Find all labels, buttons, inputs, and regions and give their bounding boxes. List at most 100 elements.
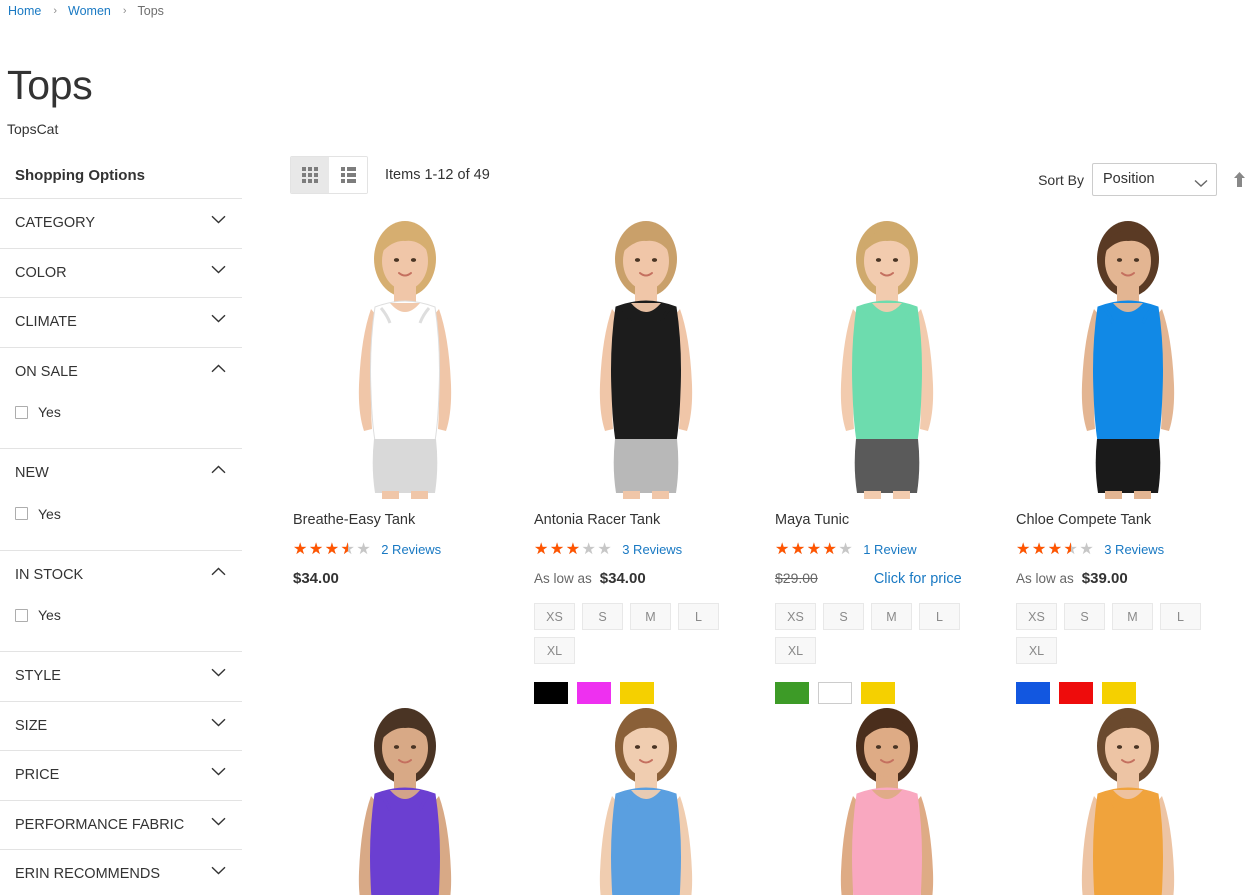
filter-label: CATEGORY — [15, 215, 96, 231]
product-name-link[interactable]: Antonia Racer Tank — [534, 510, 759, 530]
checkbox[interactable] — [15, 405, 28, 419]
size-swatch-xl[interactable]: XL — [775, 637, 816, 664]
checkbox[interactable] — [15, 507, 28, 520]
shopping-options-sidebar: Shopping Options CATEGORY COLOR CLIMATE ON … — [0, 160, 242, 895]
rating-stars: ★★★★★★★★★★ — [293, 539, 373, 558]
filter-label: PRICE — [15, 767, 60, 783]
filter-option[interactable]: Yes — [15, 500, 242, 530]
toolbar-amount: Items 1-12 of 49 — [385, 167, 490, 183]
product-name-link[interactable]: Breathe-Easy Tank — [293, 510, 518, 530]
size-swatch-l[interactable]: L — [919, 603, 960, 630]
filter-toggle-category[interactable]: CATEGORY — [0, 199, 242, 248]
size-swatch-xl[interactable]: XL — [1016, 637, 1057, 664]
size-swatch-m[interactable]: M — [630, 603, 671, 630]
chevron-down-icon — [211, 866, 226, 875]
color-swatch[interactable] — [1059, 682, 1093, 704]
product-name-link[interactable]: Maya Tunic — [775, 510, 1000, 530]
filter-toggle-color[interactable]: COLOR — [0, 249, 242, 298]
filter-label: NEW — [15, 465, 49, 481]
sort-direction-button[interactable] — [1229, 169, 1249, 191]
product-item: Breathe-Easy Tank ★★★★★★★★★★ 2 Reviews $34.… — [285, 217, 526, 704]
chevron-down-icon — [211, 215, 226, 224]
size-swatch-m[interactable]: M — [1112, 603, 1153, 630]
filter-option-label: Yes — [38, 505, 61, 522]
filter-label: IN STOCK — [15, 566, 84, 583]
color-swatch[interactable] — [775, 682, 809, 704]
filter-toggle-on-sale[interactable]: ON SALE — [0, 348, 242, 397]
size-swatch-s[interactable]: S — [823, 603, 864, 630]
filter-block: IN STOCK Yes — [0, 549, 242, 652]
product-rating-row: ★★★★★★★★★★ 3 Reviews — [534, 541, 759, 557]
filter-block: STYLE — [0, 651, 242, 701]
filter-block: NEW Yes — [0, 448, 242, 550]
size-swatch-xs[interactable]: XS — [775, 603, 816, 630]
filter-option-label: Yes — [38, 607, 61, 623]
price-prefix: As low as — [534, 571, 592, 586]
filter-toggle-performance-fabric[interactable]: PERFORMANCE FABRIC — [0, 801, 242, 850]
product-photo-illustration — [1016, 704, 1241, 895]
filter-option[interactable]: Yes — [15, 601, 242, 631]
size-swatch-s[interactable]: S — [1064, 603, 1105, 630]
chevron-down-icon — [211, 718, 226, 727]
category-page: Home › Women › Tops Tops TopsCat Shopping Op… — [0, 0, 1249, 895]
filter-block: PERFORMANCE FABRIC — [0, 799, 242, 850]
product-photo[interactable] — [534, 217, 759, 499]
product-photo[interactable] — [534, 704, 759, 895]
filter-option[interactable]: Yes — [15, 398, 242, 428]
filter-toggle-in-stock[interactable]: IN STOCK — [0, 551, 242, 600]
size-swatch-m[interactable]: M — [871, 603, 912, 630]
reviews-link[interactable]: 1 Review — [863, 542, 916, 557]
color-swatch[interactable] — [818, 682, 852, 704]
product-item — [285, 704, 526, 895]
size-swatch-s[interactable]: S — [582, 603, 623, 630]
filter-toggle-size[interactable]: SIZE — [0, 702, 242, 751]
reviews-link[interactable]: 3 Reviews — [622, 542, 682, 557]
grid-view-mode-button[interactable] — [291, 157, 329, 193]
color-swatch[interactable] — [577, 682, 611, 704]
filter-options: Yes — [0, 599, 242, 651]
product-photo[interactable] — [1016, 704, 1241, 895]
size-swatch-xl[interactable]: XL — [534, 637, 575, 664]
size-swatch-l[interactable]: L — [678, 603, 719, 630]
click-for-price-link[interactable]: Click for price — [874, 571, 962, 587]
chevron-up-icon — [211, 567, 226, 576]
chevron-down-icon — [1194, 175, 1208, 193]
filter-toggle-style[interactable]: STYLE — [0, 652, 242, 701]
breadcrumb-item-women[interactable]: Women — [68, 3, 111, 19]
product-price-row: $29.00 Click for price — [775, 570, 1000, 587]
product-photo[interactable] — [1016, 217, 1241, 499]
color-swatch[interactable] — [861, 682, 895, 704]
checkbox[interactable] — [15, 608, 28, 622]
product-photo-illustration — [534, 217, 759, 499]
reviews-link[interactable]: 2 Reviews — [381, 542, 441, 557]
filter-toggle-erin-recommends[interactable]: ERIN RECOMMENDS — [0, 850, 242, 895]
size-swatch-xs[interactable]: XS — [534, 603, 575, 630]
filter-toggle-price[interactable]: PRICE — [0, 751, 242, 800]
filter-toggle-new[interactable]: NEW — [0, 449, 242, 498]
reviews-link[interactable]: 3 Reviews — [1104, 542, 1164, 557]
chevron-down-icon — [211, 668, 226, 677]
sort-by-label: Sort By — [1038, 171, 1084, 188]
filter-block: ON SALE Yes — [0, 346, 242, 449]
product-photo[interactable] — [775, 217, 1000, 499]
color-swatch[interactable] — [1102, 682, 1136, 704]
size-swatch-l[interactable]: L — [1160, 603, 1201, 630]
chevron-up-icon — [211, 465, 226, 474]
price: $34.00 — [599, 570, 646, 587]
color-swatch[interactable] — [534, 682, 568, 704]
product-photo[interactable] — [293, 704, 518, 895]
color-swatch[interactable] — [620, 682, 654, 704]
product-photo[interactable] — [293, 217, 518, 499]
rating-stars: ★★★★★★★★★★ — [1016, 539, 1096, 558]
product-list-main: Items 1-12 of 49 Sort By Position Breath… — [285, 155, 1249, 895]
product-name-link[interactable]: Chloe Compete Tank — [1016, 510, 1241, 530]
color-swatch[interactable] — [1016, 682, 1050, 704]
filter-toggle-climate[interactable]: CLIMATE — [0, 298, 242, 347]
size-swatch-xs[interactable]: XS — [1016, 603, 1057, 630]
breadcrumb-separator: › — [122, 5, 127, 17]
breadcrumb-item-home[interactable]: Home — [8, 3, 41, 19]
rating-stars: ★★★★★★★★★★ — [775, 539, 855, 558]
product-price-row: As low as $34.00 — [534, 570, 759, 587]
product-photo[interactable] — [775, 704, 1000, 895]
list-view-mode-button[interactable] — [329, 157, 367, 193]
